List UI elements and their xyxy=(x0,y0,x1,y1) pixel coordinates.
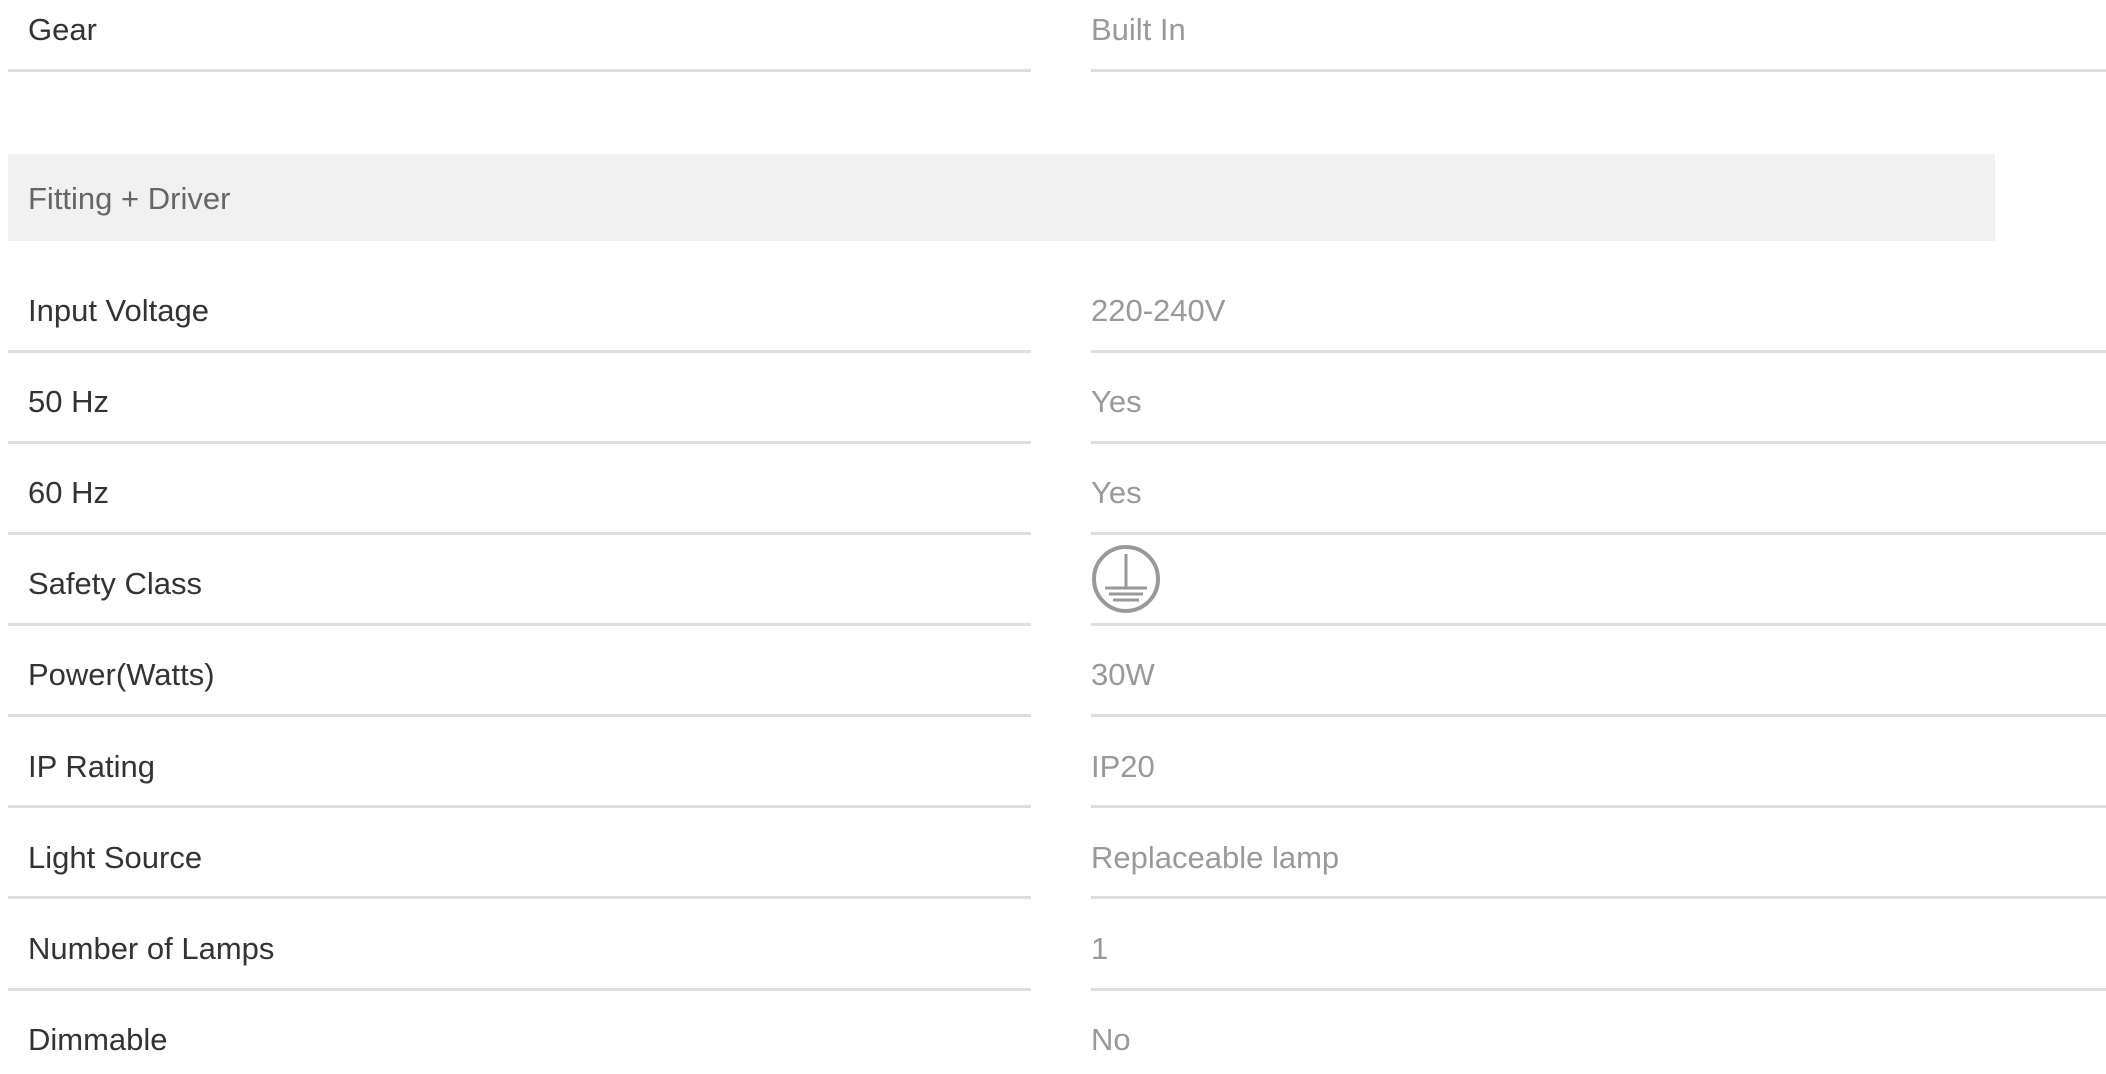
spec-value-power: 30W xyxy=(1091,657,1155,692)
spec-label-number-of-lamps: Number of Lamps xyxy=(28,931,275,966)
row-divider xyxy=(8,896,1031,899)
row-divider xyxy=(8,988,1031,991)
spec-value-light-source: Replaceable lamp xyxy=(1091,840,1340,875)
row-divider xyxy=(8,350,1031,353)
row-divider xyxy=(1091,532,2106,535)
spec-label-ip-rating: IP Rating xyxy=(28,749,155,784)
spec-table: Gear Built In Fitting + Driver Input Vol… xyxy=(0,0,2106,1074)
row-divider xyxy=(1091,714,2106,717)
earth-ground-class-1-icon xyxy=(1092,545,1160,613)
row-divider xyxy=(1091,988,2106,991)
section-title: Fitting + Driver xyxy=(28,181,231,216)
spec-label-input-voltage: Input Voltage xyxy=(28,293,209,328)
row-divider xyxy=(8,69,1031,72)
section-header: Fitting + Driver xyxy=(8,154,1995,241)
spec-label-power: Power(Watts) xyxy=(28,657,215,692)
row-divider xyxy=(8,714,1031,717)
spec-label-60hz: 60 Hz xyxy=(28,475,109,510)
row-divider xyxy=(8,623,1031,626)
row-divider xyxy=(1091,805,2106,808)
row-divider xyxy=(8,532,1031,535)
spec-value-ip-rating: IP20 xyxy=(1091,749,1155,784)
spec-value-60hz: Yes xyxy=(1091,475,1142,510)
row-divider xyxy=(1091,350,2106,353)
row-divider xyxy=(8,805,1031,808)
spec-label-dimmable: Dimmable xyxy=(28,1022,168,1057)
spec-value-50hz: Yes xyxy=(1091,384,1142,419)
spec-value-input-voltage: 220-240V xyxy=(1091,293,1226,328)
row-divider xyxy=(1091,623,2106,626)
spec-value-gear: Built In xyxy=(1091,12,1186,47)
spec-label-50hz: 50 Hz xyxy=(28,384,109,419)
spec-value-number-of-lamps: 1 xyxy=(1091,931,1109,966)
row-divider xyxy=(8,441,1031,444)
spec-value-dimmable: No xyxy=(1091,1022,1131,1057)
spec-label-light-source: Light Source xyxy=(28,840,203,875)
row-divider xyxy=(1091,896,2106,899)
row-divider xyxy=(1091,69,2106,72)
row-divider xyxy=(1091,441,2106,444)
spec-label-gear: Gear xyxy=(28,12,97,47)
spec-label-safety-class: Safety Class xyxy=(28,566,203,601)
